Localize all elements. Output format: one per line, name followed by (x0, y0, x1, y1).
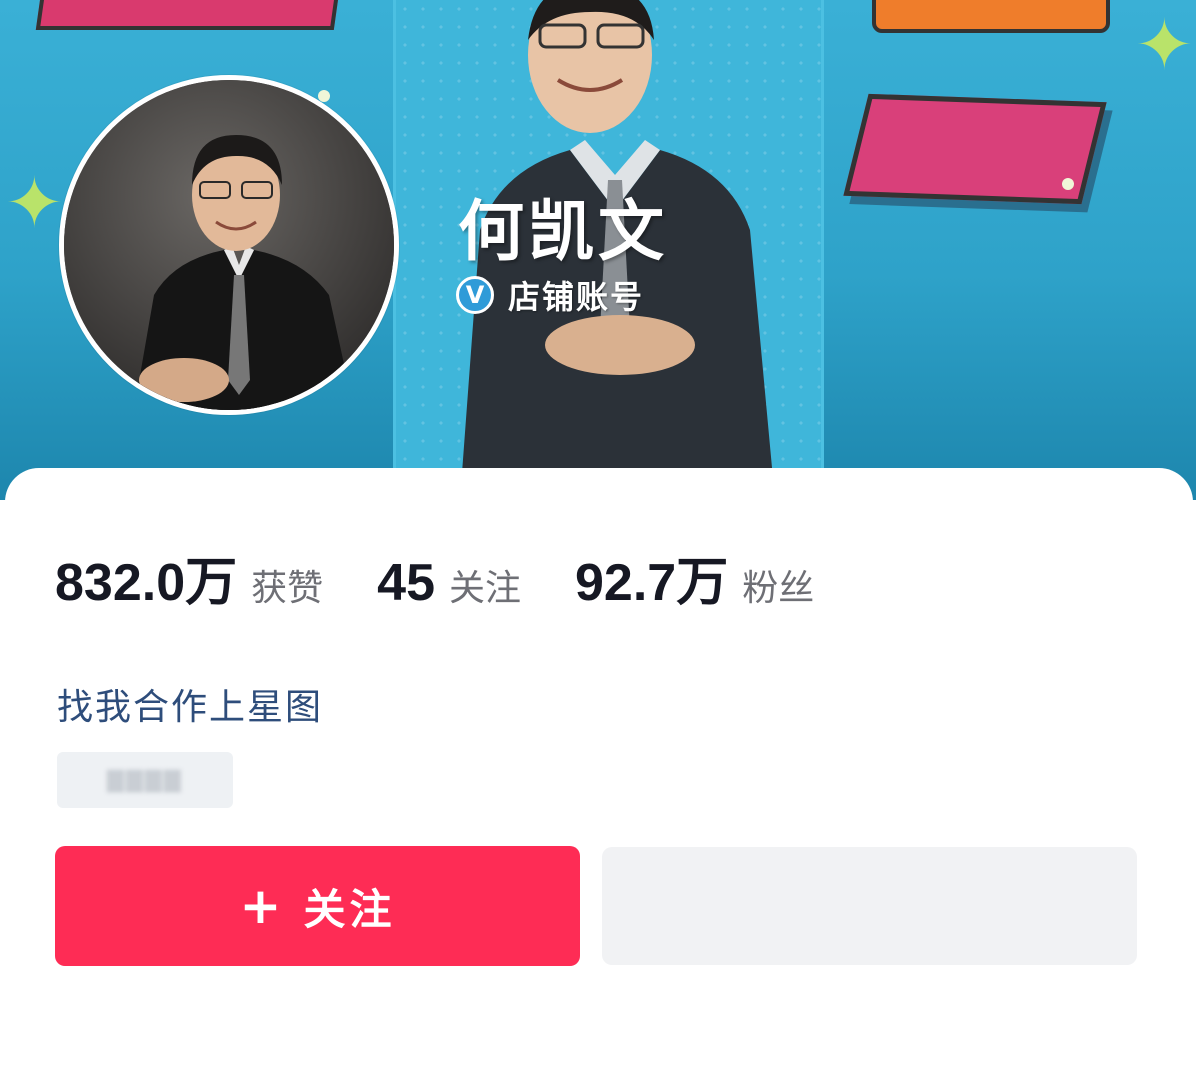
sparkle-icon: ✦ (5, 162, 64, 244)
avatar-photo (64, 80, 394, 410)
stat-followers[interactable]: 92.7万 粉丝 (575, 540, 814, 615)
cooperation-link[interactable]: 找我合作上星图 (57, 678, 323, 730)
verified-v-icon: V (456, 276, 494, 314)
message-button[interactable] (602, 847, 1137, 965)
decor-dot (318, 90, 330, 102)
stats-row: 832.0万 获赞 45 关注 92.7万 粉丝 (55, 540, 868, 612)
stat-value: 832.0万 (55, 554, 238, 612)
avatar[interactable] (59, 75, 399, 415)
profile-tag-chip[interactable]: ▇▇▇▇ (57, 752, 233, 808)
decor-dot (1062, 178, 1074, 190)
sparkle-icon: ✦ (1135, 4, 1194, 86)
account-type-badge[interactable]: V 店铺账号 (456, 272, 644, 318)
follow-button-label: 关注 (303, 884, 396, 934)
stat-following[interactable]: 45 关注 (377, 553, 521, 613)
decor-shape (35, 0, 343, 30)
decor-shape (872, 0, 1110, 33)
profile-banner: ✦ ✦ 何凯文 V 店铺账号 (0, 0, 1196, 500)
stat-value: 92.7万 (575, 554, 729, 612)
stat-label: 获赞 (251, 568, 324, 609)
tag-chip-blurred: ▇▇▇▇ (107, 767, 183, 793)
stat-label: 关注 (449, 568, 522, 609)
stat-value: 45 (377, 554, 435, 612)
display-name: 何凯文 (458, 193, 668, 270)
account-type-label: 店铺账号 (508, 278, 645, 316)
stat-likes[interactable]: 832.0万 获赞 (55, 540, 323, 615)
follow-button[interactable]: + 关注 (55, 846, 580, 966)
stat-label: 粉丝 (742, 568, 815, 609)
plus-icon: + (239, 877, 286, 935)
